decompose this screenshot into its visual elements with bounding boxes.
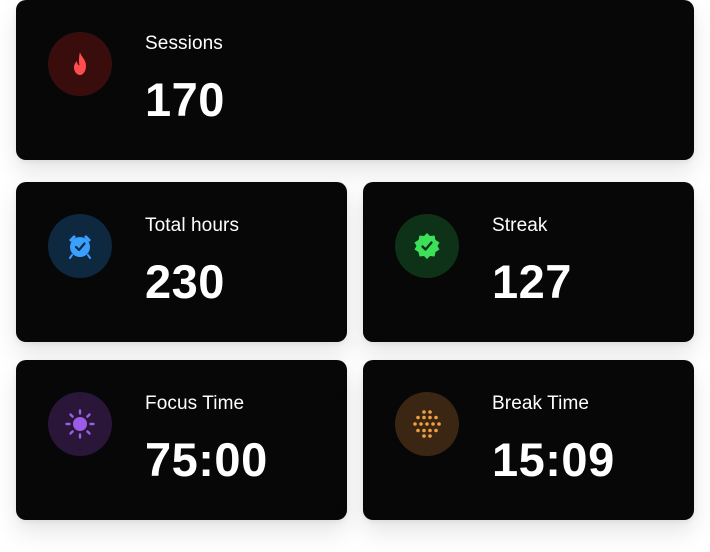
- focus-time-card: Focus Time 75:00: [16, 360, 347, 520]
- dots-grid-icon: [395, 392, 459, 456]
- alarm-clock-icon: [48, 214, 112, 278]
- streak-card: Streak 127: [363, 182, 694, 342]
- sessions-label: Sessions: [145, 33, 223, 54]
- break-time-value: 15:09: [492, 433, 615, 486]
- streak-label: Streak: [492, 215, 548, 236]
- sessions-value: 170: [145, 73, 225, 126]
- focus-time-label: Focus Time: [145, 393, 245, 414]
- stats-dashboard: Sessions 170 Total hours 230 Streak 127: [0, 0, 710, 552]
- break-time-label: Break Time: [492, 393, 590, 414]
- streak-value: 127: [492, 255, 572, 308]
- sessions-card: Sessions 170: [16, 0, 694, 160]
- total-hours-label: Total hours: [145, 215, 240, 236]
- total-hours-card: Total hours 230: [16, 182, 347, 342]
- break-time-card: Break Time 15:09: [363, 360, 694, 520]
- verified-badge-icon: [395, 214, 459, 278]
- focus-time-value: 75:00: [145, 433, 268, 486]
- sun-icon: [48, 392, 112, 456]
- total-hours-value: 230: [145, 255, 225, 308]
- fire-icon: [48, 32, 112, 96]
